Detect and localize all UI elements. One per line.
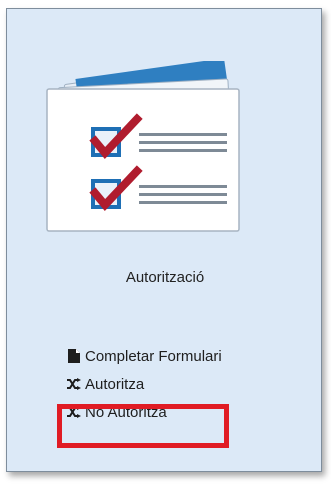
- complete-form-label: Completar Formulari: [85, 347, 222, 365]
- do-not-authorize-link[interactable]: No Autoritza: [67, 402, 222, 422]
- authorize-link[interactable]: Autoritza: [67, 374, 222, 394]
- complete-form-link[interactable]: Completar Formulari: [67, 346, 222, 366]
- card-title: Autorització: [125, 269, 205, 286]
- do-not-authorize-label: No Autoritza: [85, 403, 167, 421]
- checklist-icon: [46, 61, 240, 232]
- shuffle-icon: [67, 377, 81, 391]
- authorization-card[interactable]: Autorització Completar Formulari Autorit…: [6, 8, 322, 472]
- document-icon: [67, 349, 81, 363]
- shuffle-icon: [67, 405, 81, 419]
- action-list: Completar Formulari Autoritza No Autorit…: [67, 346, 222, 430]
- screenshot-frame: Autorització Completar Formulari Autorit…: [0, 0, 331, 486]
- authorize-label: Autoritza: [85, 375, 145, 393]
